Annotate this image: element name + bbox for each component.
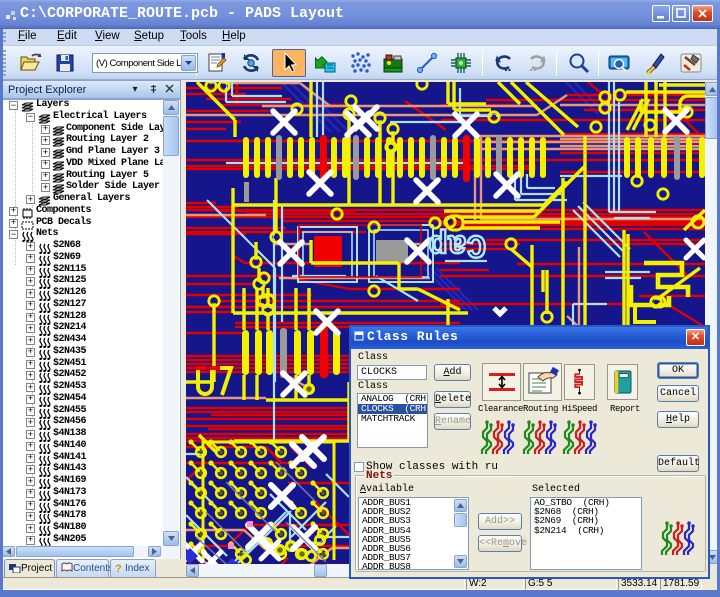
svg-text:?: ? [115, 563, 122, 573]
svg-text:Cap: Cap [428, 226, 486, 263]
